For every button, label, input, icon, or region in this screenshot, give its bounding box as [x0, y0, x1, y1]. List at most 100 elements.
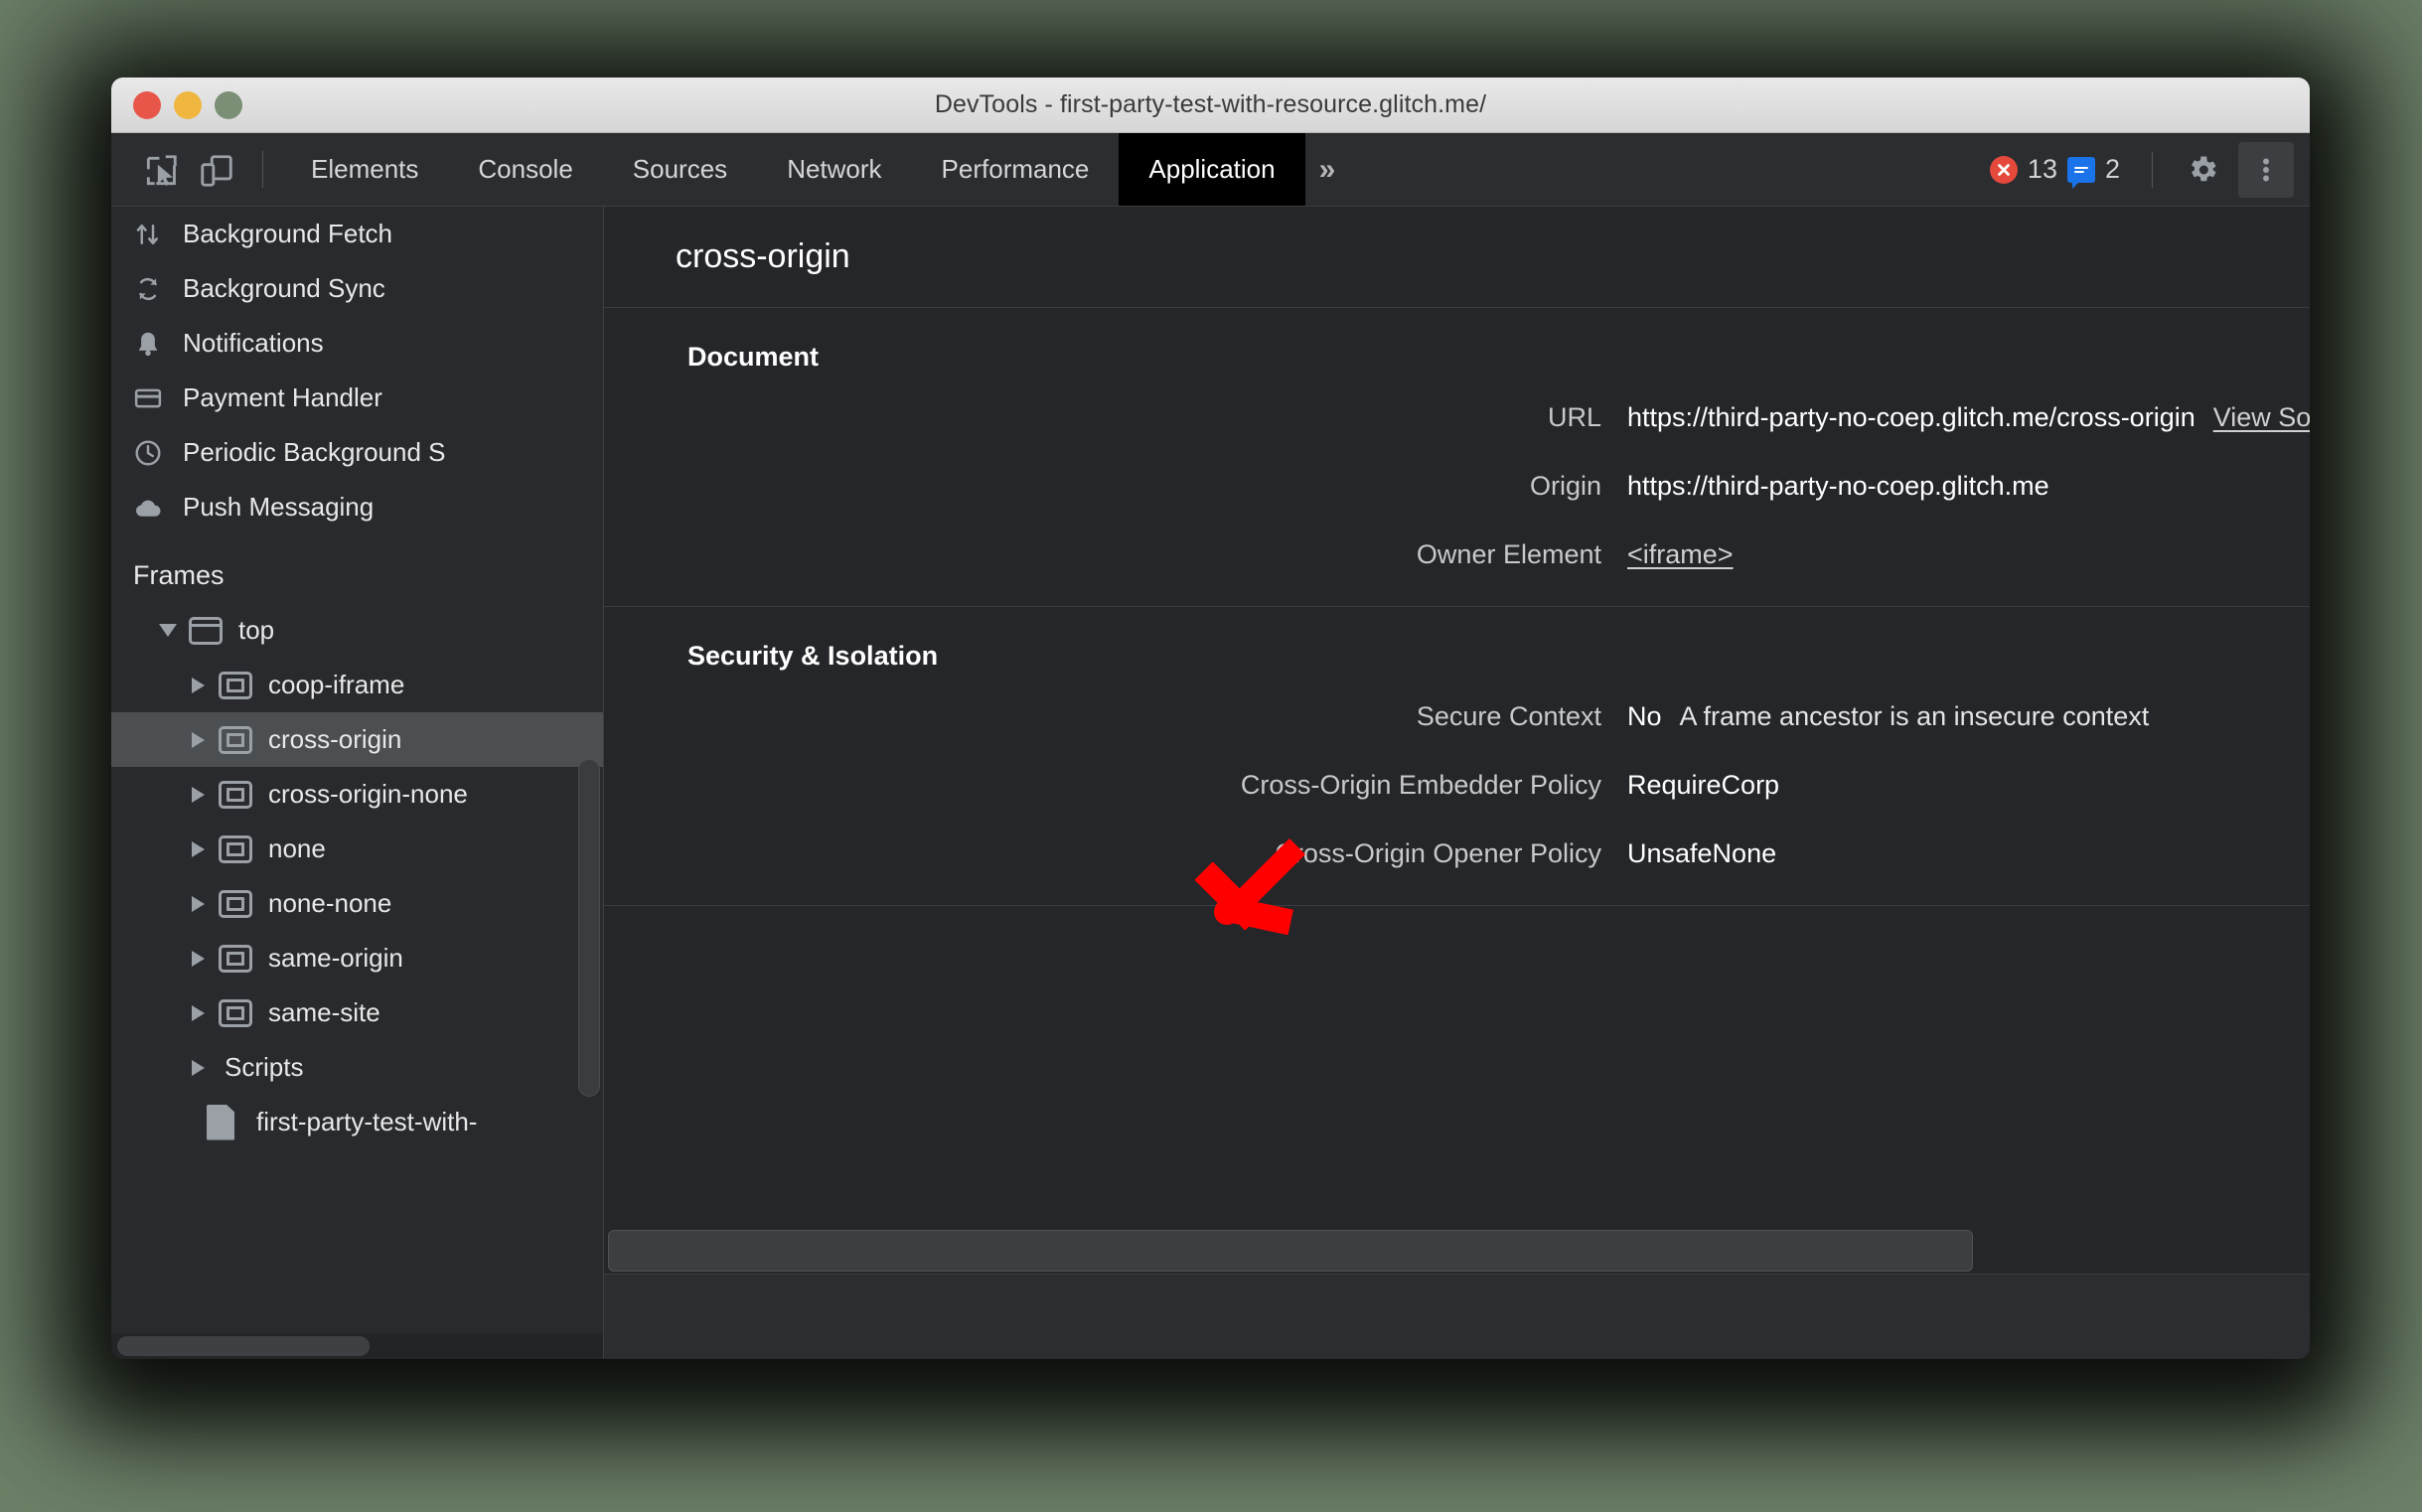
expand-triangle-cross-origin[interactable] [177, 731, 219, 748]
window-title: DevTools - first-party-test-with-resourc… [934, 90, 1487, 118]
expand-triangle-same-site[interactable] [177, 1004, 219, 1021]
error-circle-icon [1989, 155, 2018, 184]
expand-triangle-none[interactable] [177, 840, 219, 857]
inspect-element-icon [146, 154, 177, 186]
devtools-content-split: Background Fetch Background Sync Notific… [111, 207, 2310, 1359]
sidebar-item-notifications[interactable]: Notifications [111, 316, 603, 371]
credit-card-icon [133, 383, 177, 413]
message-count-label: 2 [2104, 154, 2120, 184]
expand-triangle-cross-origin-none[interactable] [177, 786, 219, 803]
sidebar-horizontal-scrollbar-thumb[interactable] [117, 1336, 370, 1356]
frame-details-header: cross-origin [604, 207, 2310, 308]
sidebar-item-frame-same-site[interactable]: same-site [111, 985, 603, 1040]
close-window-button[interactable] [133, 90, 161, 119]
sidebar-item-label: Background Sync [183, 273, 385, 303]
message-bubble-icon [2066, 156, 2095, 189]
expand-triangle-scripts[interactable] [177, 1059, 219, 1076]
tab-application[interactable]: Application [1119, 133, 1305, 206]
document-origin-row: Origin https://third-party-no-coep.glitc… [604, 471, 2310, 502]
toolbar-divider [262, 151, 263, 188]
sidebar-item-frame-coop-iframe[interactable]: coop-iframe [111, 658, 603, 712]
panel-footer-bar [604, 1274, 2310, 1359]
sidebar-item-label: Notifications [183, 328, 324, 358]
tab-performance[interactable]: Performance [912, 133, 1120, 206]
more-tabs-button[interactable]: » [1305, 133, 1353, 206]
tab-sources[interactable]: Sources [603, 133, 757, 206]
sidebar-item-label: Background Fetch [183, 219, 393, 248]
message-counter[interactable]: 2 [2066, 154, 2120, 189]
tab-elements[interactable]: Elements [281, 133, 448, 206]
toolbar-right-controls: 13 2 [1989, 133, 2310, 206]
coep-row: Cross-Origin Embedder Policy RequireCorp [604, 770, 2310, 801]
nested-frame-icon [219, 725, 262, 754]
sidebar-item-label: coop-iframe [268, 670, 405, 699]
inspect-element-button[interactable] [133, 135, 189, 206]
message-lines-glyph [2073, 166, 2088, 173]
security-isolation-section: Security & Isolation Secure Context No A … [604, 607, 2310, 906]
sidebar-item-payment-handler[interactable]: Payment Handler [111, 371, 603, 425]
window-titlebar: DevTools - first-party-test-with-resourc… [111, 77, 2310, 133]
url-value-container: https://third-party-no-coep.glitch.me/cr… [1627, 402, 2310, 433]
sidebar-item-label: none-none [268, 888, 392, 918]
updown-arrows-icon [133, 220, 177, 249]
sidebar-item-background-sync[interactable]: Background Sync [111, 261, 603, 316]
sidebar-item-label: Periodic Background S [183, 437, 446, 467]
sidebar-item-label: Scripts [225, 1052, 304, 1082]
settings-button[interactable] [2175, 142, 2230, 198]
tab-console[interactable]: Console [448, 133, 602, 206]
sidebar-horizontal-scrollbar-track[interactable] [111, 1333, 603, 1359]
sidebar-item-frame-same-origin[interactable]: same-origin [111, 931, 603, 985]
main-horizontal-scrollbar-thumb[interactable] [608, 1230, 1973, 1272]
error-counter[interactable]: 13 [1989, 154, 2057, 185]
sidebar-vertical-scrollbar[interactable] [578, 759, 600, 1097]
sidebar-item-label: top [238, 615, 275, 645]
origin-value: https://third-party-no-coep.glitch.me [1627, 471, 2049, 501]
sidebar-item-script-file[interactable]: first-party-test-with- [111, 1095, 603, 1149]
expand-triangle-none-none[interactable] [177, 895, 219, 912]
nested-frame-icon [219, 889, 262, 918]
customize-devtools-button[interactable] [2238, 141, 2294, 198]
secure-context-row: Secure Context No A frame ancestor is an … [604, 701, 2310, 732]
gear-icon [2192, 156, 2216, 181]
sidebar-item-push-messaging[interactable]: Push Messaging [111, 480, 603, 534]
sidebar-item-background-fetch[interactable]: Background Fetch [111, 207, 603, 261]
minimize-window-button[interactable] [174, 90, 202, 119]
document-icon [207, 1104, 250, 1140]
toolbar-right-divider [2152, 151, 2153, 188]
sidebar-item-scripts[interactable]: Scripts [111, 1040, 603, 1095]
coop-row: Cross-Origin Opener Policy UnsafeNone [604, 838, 2310, 869]
sidebar-item-frame-cross-origin[interactable]: cross-origin [111, 712, 603, 767]
application-sidebar[interactable]: Background Fetch Background Sync Notific… [111, 207, 604, 1359]
sidebar-item-label: same-origin [268, 943, 403, 973]
url-label: URL [1547, 402, 1601, 432]
frames-section-title: Frames [133, 560, 225, 590]
devtools-tab-bar: Elements Console Sources Network Perform… [281, 133, 1352, 206]
sidebar-item-frame-none-none[interactable]: none-none [111, 876, 603, 931]
sidebar-item-label: first-party-test-with- [256, 1107, 478, 1136]
sidebar-item-label: none [268, 833, 326, 863]
owner-element-label: Owner Element [1416, 539, 1601, 569]
expand-triangle-top[interactable] [147, 624, 189, 637]
expand-triangle-coop-iframe[interactable] [177, 677, 219, 693]
toggle-device-toolbar-button[interactable] [189, 135, 244, 206]
nested-frame-icon [219, 671, 262, 699]
expand-triangle-same-origin[interactable] [177, 950, 219, 967]
sidebar-item-frame-cross-origin-none[interactable]: cross-origin-none [111, 767, 603, 822]
sync-icon [133, 274, 177, 304]
view-source-link[interactable]: View Source [2213, 402, 2310, 432]
tab-network[interactable]: Network [757, 133, 911, 206]
frame-details-body: Document URL https://third-party-no-coep… [604, 308, 2310, 1359]
zoom-window-button[interactable] [215, 90, 242, 119]
nested-frame-icon [219, 944, 262, 973]
coep-value: RequireCorp [1627, 770, 1780, 800]
device-toolbar-icon [201, 154, 232, 187]
frame-icon [189, 616, 232, 645]
traffic-light-buttons [133, 90, 242, 119]
bell-icon [133, 329, 177, 359]
sidebar-item-periodic-background-sync[interactable]: Periodic Background S [111, 425, 603, 480]
sidebar-item-frame-none[interactable]: none [111, 822, 603, 876]
security-isolation-section-heading: Security & Isolation [687, 641, 939, 671]
sidebar-item-frame-top[interactable]: top [111, 603, 603, 658]
owner-element-link[interactable]: <iframe> [1627, 539, 1734, 569]
kebab-menu-icon [2263, 158, 2269, 181]
